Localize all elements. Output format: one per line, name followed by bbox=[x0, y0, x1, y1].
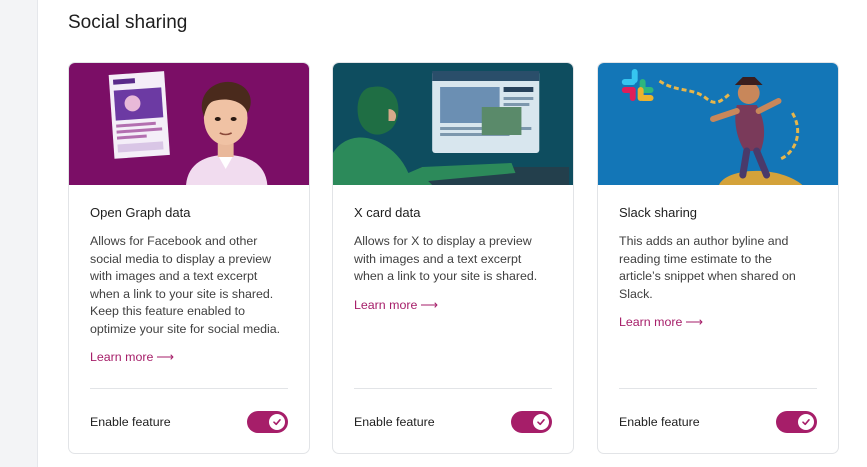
enable-feature-toggle[interactable] bbox=[511, 411, 552, 433]
left-sidebar-edge bbox=[0, 0, 38, 467]
card-slack-sharing: Slack sharing This adds an author byline… bbox=[597, 62, 839, 454]
card-footer: Enable feature bbox=[619, 388, 817, 433]
card-footer: Enable feature bbox=[354, 388, 552, 433]
card-footer: Enable feature bbox=[90, 388, 288, 433]
card-x-card: X card data Allows for X to display a pr… bbox=[332, 62, 574, 454]
section-title: Social sharing bbox=[68, 12, 188, 33]
learn-more-label: Learn more bbox=[619, 315, 683, 329]
arrow-right-icon: ⟶ bbox=[420, 297, 439, 312]
learn-more-link[interactable]: Learn more ⟶ bbox=[90, 349, 174, 365]
arrow-right-icon: ⟶ bbox=[685, 315, 704, 329]
enable-feature-toggle[interactable] bbox=[247, 411, 288, 433]
card-description: This adds an author byline and reading t… bbox=[619, 234, 796, 301]
enable-feature-label: Enable feature bbox=[354, 415, 435, 429]
learn-more-label: Learn more bbox=[90, 350, 154, 364]
x-card-illustration bbox=[333, 63, 573, 185]
learn-more-link[interactable]: Learn more ⟶ bbox=[619, 314, 703, 330]
checkmark-icon bbox=[802, 419, 810, 426]
checkmark-icon bbox=[273, 419, 281, 426]
slack-pirate-illustration bbox=[598, 63, 838, 185]
arrow-right-icon: ⟶ bbox=[156, 350, 175, 364]
learn-more-label: Learn more bbox=[354, 297, 418, 312]
card-title: X card data bbox=[354, 205, 421, 220]
checkmark-icon bbox=[537, 419, 545, 426]
enable-feature-label: Enable feature bbox=[90, 415, 171, 429]
card-title: Slack sharing bbox=[619, 205, 698, 220]
card-title: Open Graph data bbox=[90, 205, 191, 220]
learn-more-link[interactable]: Learn more ⟶ bbox=[354, 297, 438, 313]
enable-feature-label: Enable feature bbox=[619, 415, 700, 429]
card-description: Allows for Facebook and other social med… bbox=[90, 234, 281, 336]
enable-feature-toggle[interactable] bbox=[776, 411, 817, 433]
open-graph-illustration bbox=[69, 63, 309, 185]
card-description: Allows for X to display a preview with i… bbox=[354, 234, 538, 283]
toggle-knob bbox=[798, 414, 814, 430]
toggle-knob bbox=[269, 414, 285, 430]
toggle-knob bbox=[533, 414, 549, 430]
card-open-graph: Open Graph data Allows for Facebook and … bbox=[68, 62, 310, 454]
